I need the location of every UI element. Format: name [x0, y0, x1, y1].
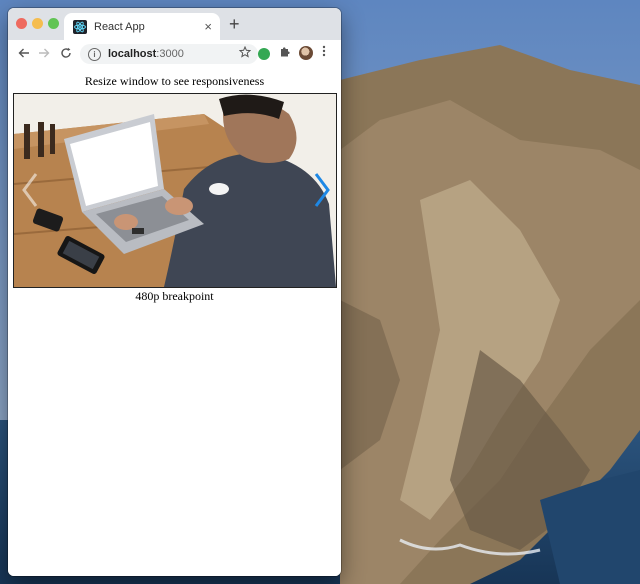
forward-arrow-icon[interactable]	[34, 47, 54, 62]
url-port: :3000	[156, 48, 184, 60]
back-arrow-icon[interactable]	[14, 47, 34, 62]
carousel-slide-image	[14, 94, 336, 287]
star-icon[interactable]	[238, 45, 252, 61]
profile-avatar[interactable]	[299, 46, 313, 60]
info-icon[interactable]: i	[88, 47, 101, 61]
browser-toolbar: i localhost:3000	[8, 40, 341, 70]
carousel-prev-arrow-icon[interactable]	[18, 170, 42, 210]
tab-title: React App	[94, 20, 145, 33]
address-bar[interactable]: i localhost:3000	[80, 44, 258, 64]
page-heading: Resize window to see responsiveness	[84, 74, 265, 88]
carousel-next-arrow-icon[interactable]	[310, 170, 334, 210]
window-close-button[interactable]	[16, 18, 27, 29]
window-maximize-button[interactable]	[48, 18, 59, 29]
image-carousel[interactable]	[13, 93, 337, 288]
react-logo-icon	[73, 19, 87, 34]
extension-green-icon[interactable]	[258, 48, 270, 60]
tab-close-icon[interactable]: ×	[204, 20, 212, 33]
page-viewport: Resize window to see responsiveness 480p…	[8, 69, 341, 576]
browser-window: React App × + i localhost:3000 Resize wi…	[8, 8, 341, 576]
kebab-menu-icon[interactable]	[322, 44, 326, 62]
tab-bar: React App × +	[8, 8, 341, 40]
reload-icon[interactable]	[56, 47, 76, 62]
window-minimize-button[interactable]	[32, 18, 43, 29]
puzzle-icon[interactable]	[279, 46, 291, 61]
slide-caption: 480p breakpoint	[135, 289, 214, 303]
url-text: localhost:3000	[108, 48, 184, 60]
url-host: localhost	[108, 48, 157, 60]
browser-tab[interactable]: React App ×	[64, 13, 220, 40]
new-tab-button[interactable]: +	[229, 14, 240, 34]
